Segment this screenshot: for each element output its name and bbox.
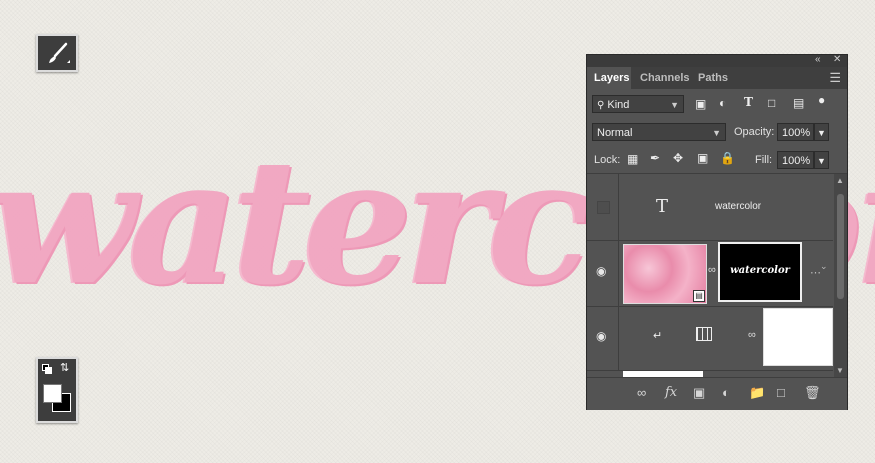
layer-row-adjustment[interactable]: ◉ ↵ ∞ xyxy=(587,307,833,371)
text-layer-icon: T xyxy=(656,196,669,217)
adjustment-mask-thumbnail[interactable] xyxy=(763,308,833,366)
layer-row-smart-object[interactable]: ◉ ▤ ∞ watercolor ⋯ ⌄ xyxy=(587,241,833,307)
fill-input[interactable]: 100% xyxy=(777,151,814,169)
link-chain-icon[interactable]: ∞ xyxy=(748,329,756,341)
chevron-down-icon[interactable]: ⌄ xyxy=(820,261,828,272)
chevron-down-icon: ▼ xyxy=(712,128,721,138)
new-layer-icon[interactable]: □ xyxy=(777,385,785,400)
scroll-down-icon[interactable]: ▼ xyxy=(836,366,844,375)
trash-icon[interactable]: 🗑 xyxy=(804,385,821,401)
panel-titlebar: « ✕ xyxy=(587,54,847,67)
chevron-down-icon: ▼ xyxy=(670,100,679,110)
layer-thumbnail[interactable]: ▤ xyxy=(623,244,707,304)
layers-panel: « ✕ Layers Channels Paths ☰ ⚲ Kind ▼ ▣ ◐… xyxy=(586,54,848,410)
tab-layers[interactable]: Layers xyxy=(587,67,631,89)
opacity-value: 100% xyxy=(782,127,811,139)
filter-kind-label: Kind xyxy=(607,99,630,111)
fx-icon[interactable]: fx xyxy=(665,385,677,400)
foreground-color-swatch[interactable] xyxy=(43,384,62,403)
adjustment-layer-icon xyxy=(696,327,712,341)
visibility-toggle[interactable]: ◉ xyxy=(587,241,619,306)
smart-object-badge-icon: ▤ xyxy=(693,290,705,302)
chevron-down-icon: ▼ xyxy=(817,156,826,166)
fill-value: 100% xyxy=(782,155,811,167)
layer-name: watercolor xyxy=(715,201,762,212)
eye-icon: ◉ xyxy=(596,264,607,278)
filter-kind-dropdown[interactable]: ⚲ Kind ▼ xyxy=(592,95,684,113)
lock-position-icon[interactable]: ✥ xyxy=(673,151,683,165)
pixel-filter-icon[interactable]: ▣ xyxy=(695,97,706,111)
type-filter-icon[interactable]: T xyxy=(744,95,753,109)
collapse-icon[interactable]: « xyxy=(815,54,821,65)
visibility-toggle[interactable] xyxy=(587,174,619,240)
mask-text: watercolor xyxy=(730,265,790,276)
color-swatches-tool[interactable]: ⇅ xyxy=(36,357,78,423)
panel-tabs: Layers Channels Paths ☰ xyxy=(587,67,847,89)
tab-channels[interactable]: Channels xyxy=(633,67,697,89)
opacity-label: Opacity: xyxy=(734,126,775,138)
close-icon[interactable]: ✕ xyxy=(833,54,841,65)
panel-menu-icon[interactable]: ☰ xyxy=(829,70,841,86)
smart-object-filter-icon[interactable]: ▤ xyxy=(793,96,804,110)
blend-mode-value: Normal xyxy=(597,127,633,139)
layers-list: T watercolor ◉ ▤ ∞ watercolor ⋯ ⌄ ◉ ↵ ∞ xyxy=(587,174,833,377)
adjustment-filter-icon[interactable]: ◐ xyxy=(719,96,726,110)
brush-icon xyxy=(49,42,70,63)
brush-tool-button[interactable] xyxy=(36,34,78,72)
folder-icon[interactable]: 📁 xyxy=(749,385,765,401)
lock-transparency-icon[interactable]: ▦ xyxy=(627,152,638,166)
lock-all-icon[interactable]: 🔒 xyxy=(720,151,735,165)
layer-mask-thumbnail[interactable]: watercolor xyxy=(718,242,802,302)
layer-row-watercolor-text[interactable]: T watercolor xyxy=(587,174,833,241)
layers-scrollbar[interactable]: ▲ ▼ xyxy=(834,174,847,377)
adjustment-layer-icon[interactable]: ◐ xyxy=(722,385,730,400)
layers-bottom-toolbar: ∞ fx ▣ ◐ 📁 □ 🗑 xyxy=(587,377,847,410)
clipping-arrow-icon: ↵ xyxy=(653,330,663,342)
link-chain-icon[interactable]: ∞ xyxy=(708,264,716,276)
opacity-input[interactable]: 100% xyxy=(777,123,814,141)
eye-icon: ◉ xyxy=(596,329,607,343)
tab-paths[interactable]: Paths xyxy=(691,67,735,89)
visibility-toggle[interactable]: ◉ xyxy=(587,307,619,370)
filter-toggle-icon[interactable]: ● xyxy=(818,93,825,107)
shape-filter-icon[interactable]: □ xyxy=(768,96,775,110)
lock-artboard-icon[interactable]: ▣ xyxy=(697,151,708,165)
add-mask-icon[interactable]: ▣ xyxy=(693,385,705,401)
visibility-off-box xyxy=(597,201,610,214)
default-colors-icon[interactable] xyxy=(42,364,52,374)
chevron-down-icon: ▼ xyxy=(817,128,826,138)
scrollbar-thumb[interactable] xyxy=(837,194,844,299)
link-layers-icon[interactable]: ∞ xyxy=(637,385,646,400)
fill-chevron-button[interactable]: ▼ xyxy=(814,151,829,169)
search-icon: ⚲ xyxy=(597,100,605,111)
lock-label: Lock: xyxy=(594,154,621,166)
lock-image-pixels-icon[interactable]: ✒ xyxy=(650,151,660,165)
blend-mode-dropdown[interactable]: Normal ▼ xyxy=(592,123,726,141)
scroll-up-icon[interactable]: ▲ xyxy=(836,176,844,185)
fill-label: Fill: xyxy=(755,154,773,166)
opacity-chevron-button[interactable]: ▼ xyxy=(814,123,829,141)
swap-colors-icon[interactable]: ⇅ xyxy=(60,361,69,374)
